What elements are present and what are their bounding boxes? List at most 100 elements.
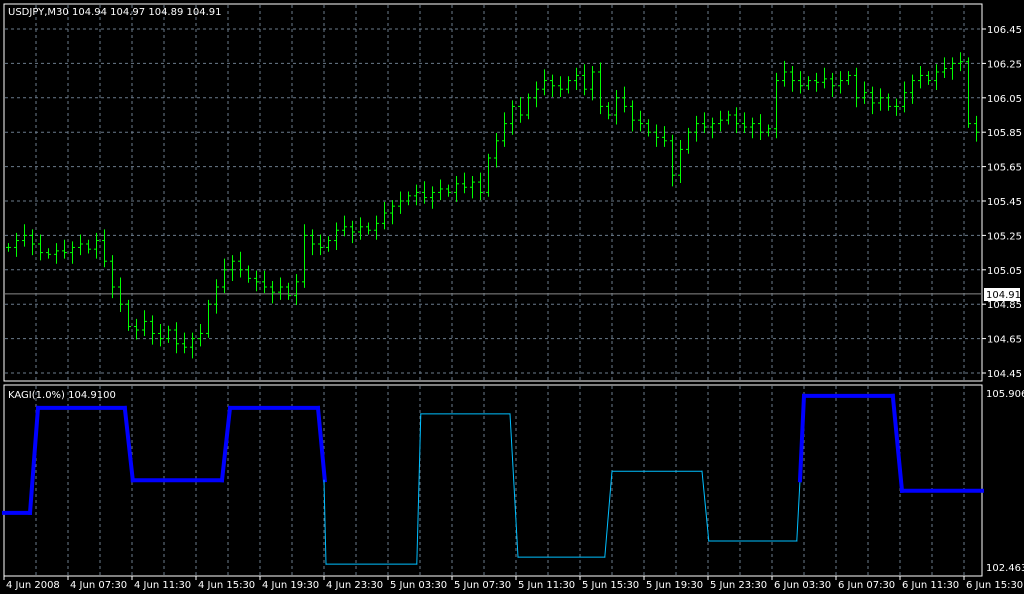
- y-tick-label: 106.05: [987, 94, 1022, 105]
- ohlc-bar: [598, 62, 603, 115]
- x-tick-label: 6 Jun 03:30: [774, 580, 831, 591]
- ohlc-bar: [262, 270, 267, 294]
- ohlc-bar: [438, 179, 443, 201]
- ohlc-bar: [294, 274, 299, 306]
- x-tick-label: 5 Jun 19:30: [646, 580, 703, 591]
- ohlc-bar: [758, 114, 763, 140]
- indicator-scale-bottom: 102.4635: [986, 563, 1024, 574]
- current-price-label: 104.91: [986, 290, 1021, 301]
- ohlc-bar: [206, 299, 211, 338]
- x-tick-label: 4 Jun 23:30: [326, 580, 383, 591]
- ohlc-bar: [934, 64, 939, 91]
- price-axis: 106.45 106.25 106.05 105.85 105.65 105.45 105.…: [982, 25, 1022, 380]
- ohlc-bar: [910, 74, 915, 104]
- ohlc-bar: [814, 72, 819, 92]
- ohlc-bar: [334, 222, 339, 251]
- ohlc-bar: [342, 215, 347, 237]
- ohlc-bar: [454, 176, 459, 202]
- ohlc-bar: [750, 117, 755, 139]
- x-tick-label: 4 Jun 07:30: [70, 580, 127, 591]
- ohlc-bar: [30, 229, 35, 256]
- ohlc-bar: [518, 96, 523, 123]
- ohlc-bar: [158, 323, 163, 347]
- x-tick-label: 5 Jun 11:30: [518, 580, 575, 591]
- ohlc-bar: [414, 184, 419, 206]
- ohlc-bar: [822, 67, 827, 89]
- x-tick-label: 6 Jun 07:30: [838, 580, 895, 591]
- ohlc-bar: [278, 277, 283, 300]
- y-tick-label: 106.25: [987, 59, 1022, 70]
- ohlc-bar: [254, 270, 259, 292]
- ohlc-bar: [638, 110, 643, 132]
- ohlc-bar: [726, 110, 731, 125]
- ohlc-bar: [846, 71, 851, 85]
- ohlc-bar: [974, 115, 979, 142]
- chart-canvas: 106.45 106.25 106.05 105.85 105.65 105.45 105.…: [2, 3, 1024, 591]
- ohlc-bar: [286, 282, 291, 300]
- ohlc-bar: [326, 236, 331, 252]
- ohlc-bar: [670, 134, 675, 187]
- ohlc-bar: [886, 93, 891, 111]
- ohlc-bar: [382, 201, 387, 230]
- ohlc-bar: [446, 184, 451, 197]
- ohlc-bar: [134, 318, 139, 340]
- ohlc-bar: [942, 57, 947, 79]
- x-tick-label: 5 Jun 23:30: [710, 580, 767, 591]
- ohlc-bar: [246, 265, 251, 283]
- kagi-line: [2, 393, 984, 565]
- ohlc-bar: [174, 322, 179, 354]
- symbol-label: USDJPY,M30: [8, 7, 69, 18]
- kagi-yin-segment: [509, 413, 519, 558]
- x-tick-label: 4 Jun 11:30: [134, 580, 191, 591]
- kagi-yin-segment: [796, 479, 801, 542]
- ohlc-bar: [694, 115, 699, 142]
- x-tick-label: 6 Jun 15:30: [966, 580, 1023, 591]
- ohlc-bar: [214, 279, 219, 314]
- ohlc-bar: [926, 71, 931, 85]
- ohlc-bar: [526, 93, 531, 120]
- ohlc-bar: [686, 127, 691, 154]
- kagi-yang-segment: [797, 393, 807, 483]
- ohlc-bar: [70, 241, 75, 264]
- ohlc-bar: [6, 243, 11, 252]
- y-tick-label: 105.25: [987, 231, 1022, 242]
- ohlc-bar: [742, 112, 747, 134]
- ohlc-bar: [806, 76, 811, 91]
- kagi-yang-segment: [27, 405, 41, 516]
- x-tick-label: 5 Jun 15:30: [582, 580, 639, 591]
- ohlc-bar: [118, 277, 123, 312]
- ohlc-bar: [54, 243, 59, 264]
- ohlc-bar: [854, 67, 859, 108]
- ohlc-bar: [918, 65, 923, 89]
- ohlc-bar: [406, 191, 411, 206]
- ohlc-bar: [462, 172, 467, 194]
- ohlc-bar: [646, 119, 651, 137]
- ohlc-bar: [358, 217, 363, 240]
- ohlc-bar: [302, 224, 307, 288]
- ohlc-bar: [582, 64, 587, 96]
- ohlc-bar: [662, 126, 667, 147]
- ohlc-bar: [222, 258, 227, 294]
- ohlc-bar: [718, 110, 723, 132]
- ohlc-bar: [558, 76, 563, 97]
- ohlc-bar: [190, 332, 195, 359]
- ohlc-label: 104.94 104.97 104.89 104.91: [72, 7, 222, 18]
- ohlc-bar: [94, 232, 99, 259]
- y-tick-label: 105.45: [987, 197, 1022, 208]
- ohlc-bar: [878, 88, 883, 111]
- ohlc-bar: [366, 222, 371, 235]
- ohlc-bar: [422, 181, 427, 204]
- ohlc-bar: [150, 315, 155, 345]
- ohlc-bar: [350, 220, 355, 244]
- ohlc-bar: [62, 239, 67, 259]
- ohlc-bar: [198, 323, 203, 347]
- ohlc-bar: [606, 102, 611, 120]
- ohlc-bar: [110, 255, 115, 299]
- x-tick-label: 5 Jun 03:30: [390, 580, 447, 591]
- ohlc-bar: [38, 234, 43, 261]
- ohlc-bar: [46, 248, 51, 259]
- ohlc-bar: [734, 107, 739, 134]
- x-tick-label: 6 Jun 11:30: [902, 580, 959, 591]
- ohlc-bar: [550, 74, 555, 97]
- ohlc-bar: [710, 117, 715, 139]
